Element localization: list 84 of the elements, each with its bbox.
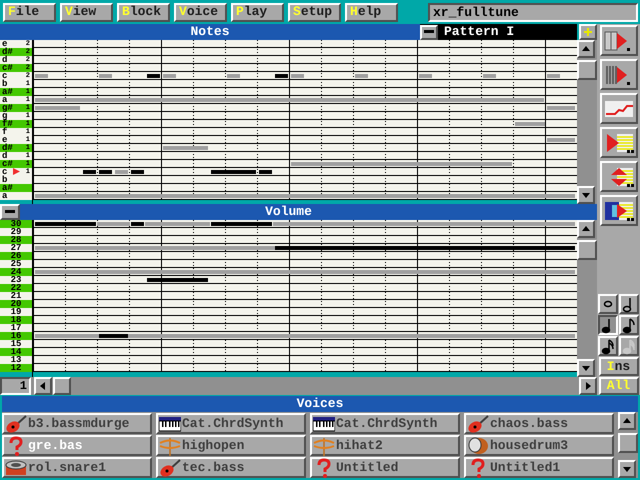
tool-button[interactable] bbox=[600, 59, 638, 90]
note-length-button[interactable] bbox=[598, 315, 618, 335]
instrument-entry[interactable]: Cat.ChrdSynth bbox=[310, 413, 460, 434]
volume-label: 19 bbox=[0, 308, 32, 316]
drum-icon bbox=[467, 436, 489, 456]
menu-item[interactable]: Block bbox=[117, 2, 170, 22]
menu-item[interactable]: Play bbox=[231, 2, 284, 22]
instrument-entry[interactable]: hihat2 bbox=[310, 435, 460, 456]
all-button[interactable]: All bbox=[598, 377, 638, 395]
scroll-down-button[interactable] bbox=[577, 186, 595, 204]
guitar-icon bbox=[467, 414, 489, 434]
instrument-entry[interactable]: Cat.ChrdSynth bbox=[156, 413, 306, 434]
collapse-button[interactable] bbox=[420, 24, 438, 40]
scroll-down-button[interactable] bbox=[618, 460, 636, 478]
tool-button[interactable] bbox=[600, 25, 638, 56]
scroll-thumb[interactable] bbox=[618, 433, 638, 453]
plus-icon bbox=[584, 28, 592, 36]
volume-label: 30 bbox=[0, 220, 32, 228]
volume-label: 29 bbox=[0, 228, 32, 236]
minus-icon bbox=[424, 30, 434, 34]
volume-label: 17 bbox=[0, 324, 32, 332]
whole-note-icon bbox=[603, 300, 613, 308]
volume-label: 26 bbox=[0, 252, 32, 260]
tool-button[interactable] bbox=[600, 195, 638, 226]
voices-title-bar: Voices bbox=[2, 396, 638, 412]
menu-item[interactable]: File bbox=[3, 2, 56, 22]
minus-icon bbox=[5, 210, 15, 214]
scroll-up-button[interactable] bbox=[577, 40, 595, 58]
instrument-entry[interactable]: chaos.bass bbox=[464, 413, 614, 434]
title-field[interactable]: xr_fulltune bbox=[428, 2, 638, 22]
collapse-button[interactable] bbox=[0, 204, 20, 220]
scroll-up-button[interactable] bbox=[577, 220, 595, 238]
instrument-entry[interactable]: tec.bass bbox=[156, 457, 306, 478]
instrument-entry[interactable]: housedrum3 bbox=[464, 435, 614, 456]
instrument-entry[interactable]: highopen bbox=[156, 435, 306, 456]
instrument-entry[interactable]: gre.bas bbox=[2, 435, 152, 456]
sixteenth-note-icon bbox=[601, 338, 615, 354]
instrument-entry[interactable]: Untitled1 bbox=[464, 457, 614, 478]
scroll-up-button[interactable] bbox=[618, 412, 636, 430]
volume-label: 22 bbox=[0, 284, 32, 292]
guitar-icon bbox=[159, 458, 181, 478]
instrument-entry[interactable]: rol.snare1 bbox=[2, 457, 152, 478]
tool-button[interactable] bbox=[600, 161, 638, 192]
volume-label: 21 bbox=[0, 292, 32, 300]
menu-item[interactable]: Setup bbox=[288, 2, 341, 22]
menu-item[interactable]: Voice bbox=[174, 2, 227, 22]
tool-button[interactable] bbox=[600, 127, 638, 158]
volume-label: 25 bbox=[0, 260, 32, 268]
snare-drum-icon bbox=[5, 458, 27, 478]
volume-label: 12 bbox=[0, 364, 32, 372]
notes-title-bar: Notes bbox=[0, 24, 420, 40]
position-field[interactable]: 1 bbox=[0, 377, 31, 395]
volume-label: 13 bbox=[0, 356, 32, 364]
scroll-thumb[interactable] bbox=[577, 60, 597, 80]
volume-label: 16 bbox=[0, 332, 32, 340]
scroll-right-button[interactable] bbox=[579, 377, 597, 395]
menu-item[interactable]: View bbox=[60, 2, 113, 22]
volume-label: 27 bbox=[0, 244, 32, 252]
guitar-icon bbox=[5, 414, 27, 434]
note-label: a# bbox=[0, 184, 32, 192]
volume-label: 18 bbox=[0, 316, 32, 324]
cymbal-icon bbox=[159, 436, 181, 456]
note-label: b bbox=[0, 176, 32, 184]
volume-label: 28 bbox=[0, 236, 32, 244]
eighth-note-icon bbox=[622, 316, 636, 334]
volume-label: 15 bbox=[0, 340, 32, 348]
scroll-left-button[interactable] bbox=[34, 377, 52, 395]
add-pattern-button[interactable] bbox=[579, 24, 597, 40]
volume-label: 14 bbox=[0, 348, 32, 356]
volume-label: 23 bbox=[0, 276, 32, 284]
scroll-down-button[interactable] bbox=[577, 359, 595, 377]
tool-button[interactable] bbox=[600, 93, 638, 124]
note-label: a bbox=[0, 192, 32, 200]
pattern-name: Pattern I bbox=[444, 24, 514, 40]
insert-button[interactable]: Ins bbox=[598, 357, 638, 376]
menu-item[interactable]: Help bbox=[345, 2, 398, 22]
scroll-thumb[interactable] bbox=[577, 240, 597, 260]
scroll-thumb[interactable] bbox=[53, 377, 71, 395]
cymbal-icon bbox=[313, 436, 335, 456]
instrument-entry[interactable]: Untitled bbox=[310, 457, 460, 478]
volume-label: 24 bbox=[0, 268, 32, 276]
instrument-entry[interactable]: b3.bassmdurge bbox=[2, 413, 152, 434]
thirty-second-note-icon bbox=[622, 338, 636, 354]
volume-label: 20 bbox=[0, 300, 32, 308]
